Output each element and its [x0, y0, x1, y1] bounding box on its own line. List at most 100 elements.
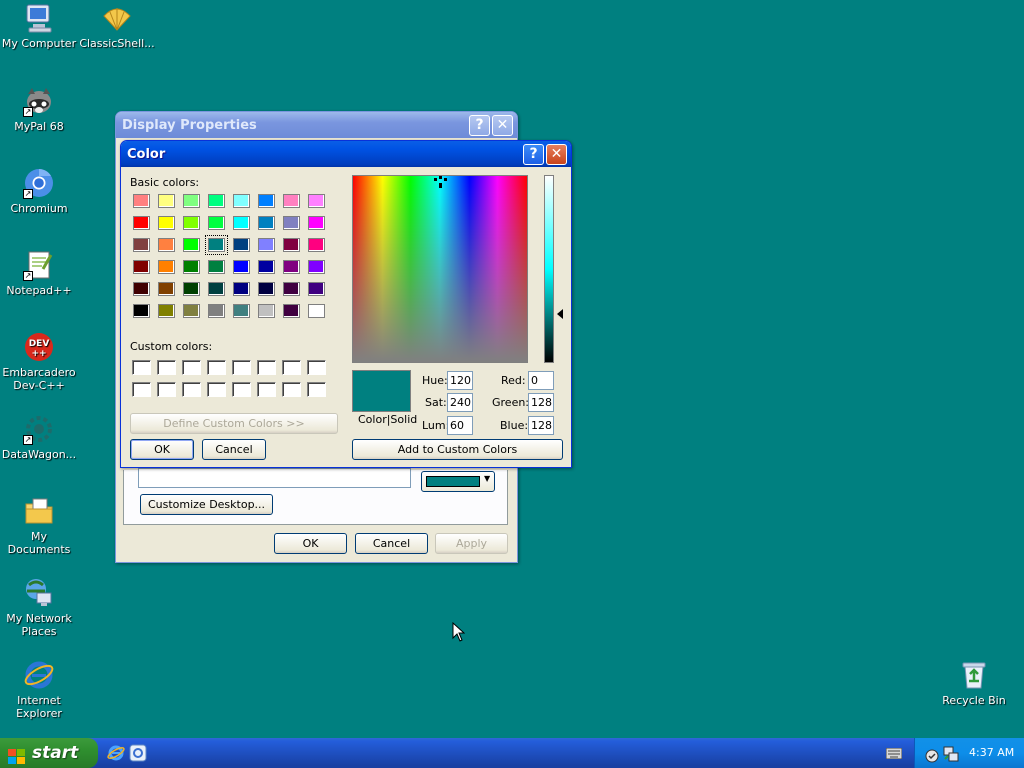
basic-color-swatch[interactable] — [208, 216, 225, 230]
basic-color-swatch[interactable] — [308, 238, 325, 252]
define-custom-colors-button[interactable]: Define Custom Colors >> — [130, 413, 338, 434]
ok-button[interactable]: OK — [274, 533, 347, 554]
color-picker-button[interactable]: ▼ — [421, 471, 495, 492]
basic-color-swatch[interactable] — [158, 304, 175, 318]
custom-color-swatch[interactable] — [207, 360, 226, 375]
green-input[interactable]: 128 — [528, 393, 554, 412]
basic-color-swatch[interactable] — [133, 216, 150, 230]
blue-input[interactable]: 128 — [528, 416, 554, 435]
basic-color-swatch[interactable] — [233, 260, 250, 274]
customize-desktop-button[interactable]: Customize Desktop... — [140, 494, 273, 515]
tray-network-icon[interactable] — [943, 744, 959, 762]
custom-color-swatch[interactable] — [232, 360, 251, 375]
sat-input[interactable]: 240 — [447, 393, 473, 412]
desktop-icon-internet-explorer[interactable]: Internet Explorer — [0, 659, 78, 720]
custom-color-swatch[interactable] — [232, 382, 251, 397]
basic-color-swatch[interactable] — [308, 282, 325, 296]
desktop-icon-chromium[interactable]: ↗ Chromium — [0, 167, 78, 215]
luminosity-bar[interactable] — [544, 175, 554, 363]
custom-color-swatch[interactable] — [157, 360, 176, 375]
basic-color-swatch[interactable] — [233, 194, 250, 208]
basic-color-swatch[interactable] — [183, 282, 200, 296]
basic-color-swatch[interactable] — [283, 194, 300, 208]
basic-color-swatch[interactable] — [233, 216, 250, 230]
cancel-button[interactable]: Cancel — [202, 439, 266, 460]
custom-color-swatch[interactable] — [132, 382, 151, 397]
color-spectrum[interactable] — [352, 175, 528, 363]
basic-color-swatch[interactable] — [183, 260, 200, 274]
custom-color-swatch[interactable] — [257, 382, 276, 397]
basic-color-swatch[interactable] — [133, 282, 150, 296]
custom-color-swatch[interactable] — [182, 360, 201, 375]
basic-color-swatch[interactable] — [133, 238, 150, 252]
basic-color-swatch[interactable] — [233, 238, 250, 252]
basic-color-swatch[interactable] — [308, 304, 325, 318]
custom-color-swatch[interactable] — [207, 382, 226, 397]
help-button[interactable]: ? — [469, 114, 490, 136]
basic-color-swatch[interactable] — [233, 304, 250, 318]
basic-color-swatch[interactable] — [283, 238, 300, 252]
basic-color-swatch[interactable] — [133, 260, 150, 274]
basic-color-swatch[interactable] — [183, 216, 200, 230]
desktop-icon-my-computer[interactable]: My Computer — [0, 2, 78, 50]
basic-color-swatch[interactable] — [183, 304, 200, 318]
basic-color-swatch[interactable] — [283, 282, 300, 296]
basic-color-swatch[interactable] — [208, 260, 225, 274]
desktop-icon-network-places[interactable]: My Network Places — [0, 577, 78, 638]
basic-color-swatch[interactable] — [205, 235, 228, 255]
basic-color-swatch[interactable] — [133, 304, 150, 318]
basic-color-swatch[interactable] — [158, 238, 175, 252]
basic-color-swatch[interactable] — [258, 260, 275, 274]
basic-color-swatch[interactable] — [183, 238, 200, 252]
custom-color-swatch[interactable] — [157, 382, 176, 397]
desktop-icon-classicshell[interactable]: ClassicShell... — [78, 2, 156, 50]
basic-color-swatch[interactable] — [283, 304, 300, 318]
custom-color-swatch[interactable] — [132, 360, 151, 375]
quicklaunch-ie-icon[interactable] — [107, 744, 125, 762]
basic-color-swatch[interactable] — [158, 282, 175, 296]
basic-color-swatch[interactable] — [158, 194, 175, 208]
basic-color-swatch[interactable] — [208, 194, 225, 208]
lum-input[interactable]: 60 — [447, 416, 473, 435]
basic-color-swatch[interactable] — [158, 216, 175, 230]
basic-color-swatch[interactable] — [208, 282, 225, 296]
basic-color-swatch[interactable] — [308, 194, 325, 208]
apply-button[interactable]: Apply — [435, 533, 508, 554]
start-button[interactable]: start — [0, 738, 98, 768]
close-button[interactable]: ✕ — [492, 114, 513, 136]
desktop-icon-my-documents[interactable]: My Documents — [0, 495, 78, 556]
basic-color-swatch[interactable] — [308, 260, 325, 274]
basic-color-swatch[interactable] — [308, 216, 325, 230]
add-to-custom-colors-button[interactable]: Add to Custom Colors — [352, 439, 563, 460]
tray-shield-icon[interactable] — [925, 745, 939, 763]
basic-color-swatch[interactable] — [283, 260, 300, 274]
quicklaunch-app-icon[interactable] — [129, 744, 147, 762]
keyboard-icon[interactable] — [885, 747, 903, 760]
basic-color-swatch[interactable] — [258, 304, 275, 318]
red-input[interactable]: 0 — [528, 371, 554, 390]
ok-button[interactable]: OK — [130, 439, 194, 460]
basic-color-swatch[interactable] — [133, 194, 150, 208]
desktop-icon-devcpp[interactable]: DEV ++ Embarcadero Dev-C++ — [0, 331, 78, 392]
desktop-icon-notepadpp[interactable]: ↗ Notepad++ — [0, 249, 78, 297]
custom-color-swatch[interactable] — [307, 360, 326, 375]
basic-color-swatch[interactable] — [233, 282, 250, 296]
desktop-icon-datawagon[interactable]: ↗ DataWagon... — [0, 413, 78, 461]
custom-color-swatch[interactable] — [282, 382, 301, 397]
basic-color-swatch[interactable] — [258, 194, 275, 208]
custom-color-swatch[interactable] — [307, 382, 326, 397]
basic-color-swatch[interactable] — [183, 194, 200, 208]
basic-color-swatch[interactable] — [258, 282, 275, 296]
luminosity-arrow-icon[interactable] — [557, 309, 563, 319]
basic-color-swatch[interactable] — [208, 304, 225, 318]
custom-color-swatch[interactable] — [282, 360, 301, 375]
hue-input[interactable]: 120 — [447, 371, 473, 390]
desktop-icon-recycle-bin[interactable]: Recycle Bin — [935, 659, 1013, 707]
help-button[interactable]: ? — [523, 143, 544, 165]
cancel-button[interactable]: Cancel — [355, 533, 428, 554]
basic-color-swatch[interactable] — [258, 238, 275, 252]
basic-color-swatch[interactable] — [258, 216, 275, 230]
desktop-icon-mypal[interactable]: ↗ MyPal 68 — [0, 85, 78, 133]
basic-color-swatch[interactable] — [283, 216, 300, 230]
basic-color-swatch[interactable] — [158, 260, 175, 274]
